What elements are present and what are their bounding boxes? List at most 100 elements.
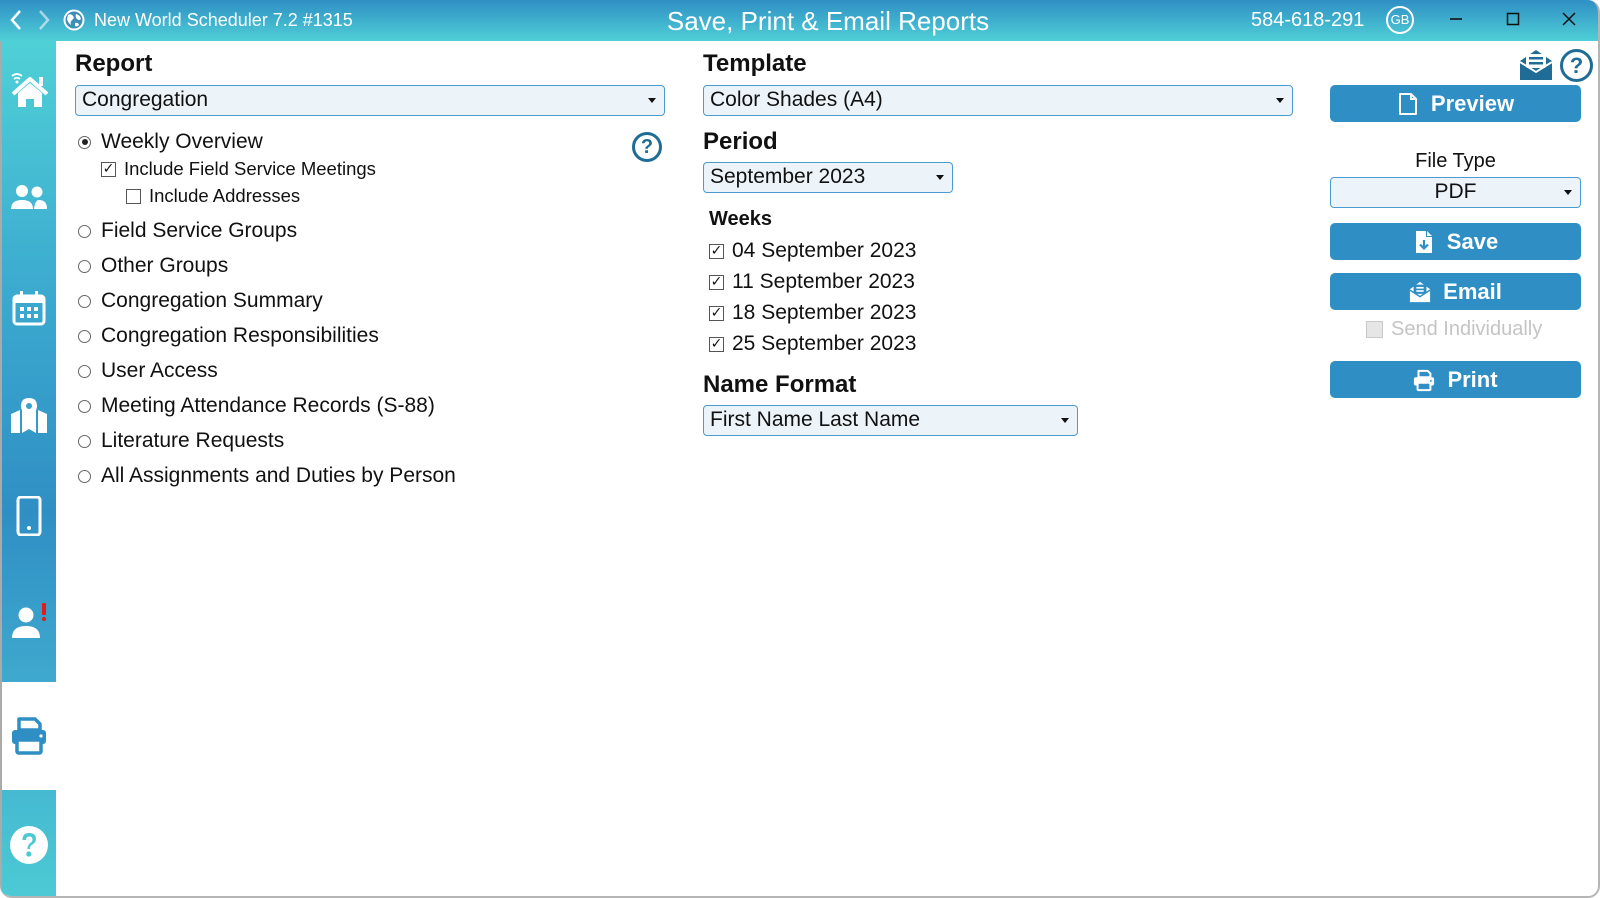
chevron-right-icon [39,10,50,30]
radio-user-access[interactable] [78,364,91,378]
report-option-user-access[interactable]: User Access [78,359,218,383]
send-individually-option: Send Individually [1366,318,1542,341]
forward-button[interactable] [36,8,52,37]
sidebar-item-territory-map[interactable] [2,381,56,451]
send-individually-label: Send Individually [1391,318,1543,340]
week-option[interactable]: 18 September 2023 [709,301,916,325]
report-option-meeting-attendance[interactable]: Meeting Attendance Records (S-88) [78,394,435,418]
radio-meeting-attendance[interactable] [78,399,91,413]
sidebar-item-print-reports[interactable] [2,682,56,790]
sidebar-item-mobile[interactable] [2,481,56,551]
include-field-service-meetings-checkbox[interactable] [101,161,116,177]
report-option-congregation-responsibilities[interactable]: Congregation Responsibilities [78,324,379,348]
page-help-icon[interactable]: ? [1560,49,1593,82]
radio-all-assignments[interactable] [78,469,91,483]
template-select-value: Color Shades (A4) [710,88,883,111]
email-button[interactable]: Email [1330,273,1581,310]
report-option-literature-requests[interactable]: Literature Requests [78,429,284,453]
help-icon [10,826,48,864]
week-label: 11 September 2023 [732,270,915,293]
radio-weekly-overview[interactable] [78,135,91,149]
file-type-select[interactable]: PDF [1330,177,1581,208]
radio-literature-requests[interactable] [78,434,91,448]
app-window: New World Scheduler 7.2 #1315 Save, Prin… [0,0,1600,898]
week-option[interactable]: 25 September 2023 [709,332,916,356]
minimize-icon [1450,18,1462,20]
week-option[interactable]: 04 September 2023 [709,239,916,263]
back-button[interactable] [8,8,24,37]
report-select[interactable]: Congregation [75,85,665,116]
template-select[interactable]: Color Shades (A4) [703,85,1293,116]
close-icon [1562,12,1576,26]
language-badge[interactable]: GB [1386,6,1414,34]
report-option-other-groups[interactable]: Other Groups [78,254,228,278]
chevron-down-icon [936,175,944,180]
file-download-icon [1415,230,1432,253]
home-wifi-icon [11,73,49,107]
sidebar-item-help[interactable] [2,792,56,896]
sidebar [0,41,56,896]
close-button[interactable] [1547,4,1591,36]
chevron-down-icon [648,98,656,103]
document-icon [1398,92,1417,115]
report-option-label: Other Groups [101,254,229,277]
week-checkbox[interactable] [709,274,724,290]
report-option-weekly-overview[interactable]: Weekly Overview [78,130,263,154]
chevron-down-icon [1276,98,1284,103]
week-checkbox[interactable] [709,305,724,321]
sidebar-item-home[interactable] [2,55,56,125]
report-option-all-assignments[interactable]: All Assignments and Duties by Person [78,464,456,488]
radio-field-service-groups[interactable] [78,224,91,238]
report-option-label: Field Service Groups [101,219,298,242]
email-settings-icon[interactable] [1518,48,1554,82]
report-option-label: Literature Requests [101,429,285,452]
radio-other-groups[interactable] [78,259,91,273]
email-label: Email [1443,278,1502,304]
sidebar-item-calendar[interactable] [2,273,56,343]
include-addresses-option[interactable]: Include Addresses [126,185,300,207]
radio-congregation-summary[interactable] [78,294,91,308]
title-bar: New World Scheduler 7.2 #1315 Save, Prin… [0,0,1598,41]
maximize-button[interactable] [1491,4,1535,36]
preview-label: Preview [1430,90,1515,116]
map-icon [11,398,47,433]
preview-button[interactable]: Preview [1330,85,1581,122]
people-icon [11,185,47,209]
week-option[interactable]: 11 September 2023 [709,270,915,294]
period-select-value: September 2023 [710,165,866,188]
sidebar-item-people[interactable] [2,163,56,233]
minimize-button[interactable] [1434,4,1478,36]
report-option-label: User Access [101,359,218,382]
file-type-value: PDF [1434,180,1477,203]
name-format-select-value: First Name Last Name [710,408,921,431]
name-format-select[interactable]: First Name Last Name [703,405,1078,436]
week-label: 04 September 2023 [732,239,917,262]
account-id: 584-618-291 [1251,9,1365,31]
print-button[interactable]: Print [1330,361,1581,398]
radio-congregation-responsibilities[interactable] [78,329,91,343]
report-option-congregation-summary[interactable]: Congregation Summary [78,289,323,313]
phone-icon [16,496,42,536]
week-label: 18 September 2023 [732,301,917,324]
file-type-label: File Type [1415,150,1496,172]
report-option-field-service-groups[interactable]: Field Service Groups [78,219,297,243]
save-label: Save [1446,228,1499,254]
sidebar-item-user-alert[interactable] [2,586,56,656]
envelope-open-icon [1409,281,1431,302]
include-addresses-checkbox[interactable] [126,188,141,204]
week-checkbox[interactable] [709,336,724,352]
save-button[interactable]: Save [1330,223,1581,260]
week-checkbox[interactable] [709,243,724,259]
report-select-value: Congregation [82,88,209,111]
include-field-service-meetings-option[interactable]: Include Field Service Meetings [101,158,376,180]
maximize-icon [1506,12,1520,26]
template-label: Template [703,50,807,77]
period-select[interactable]: September 2023 [703,162,953,193]
option-label: Include Addresses [149,185,301,206]
week-label: 25 September 2023 [732,332,917,355]
report-help-icon[interactable]: ? [632,132,662,162]
report-option-label: Congregation Summary [101,289,323,312]
report-option-label: Meeting Attendance Records (S-88) [101,394,435,417]
send-individually-checkbox [1366,321,1383,338]
report-option-label: All Assignments and Duties by Person [101,464,456,487]
